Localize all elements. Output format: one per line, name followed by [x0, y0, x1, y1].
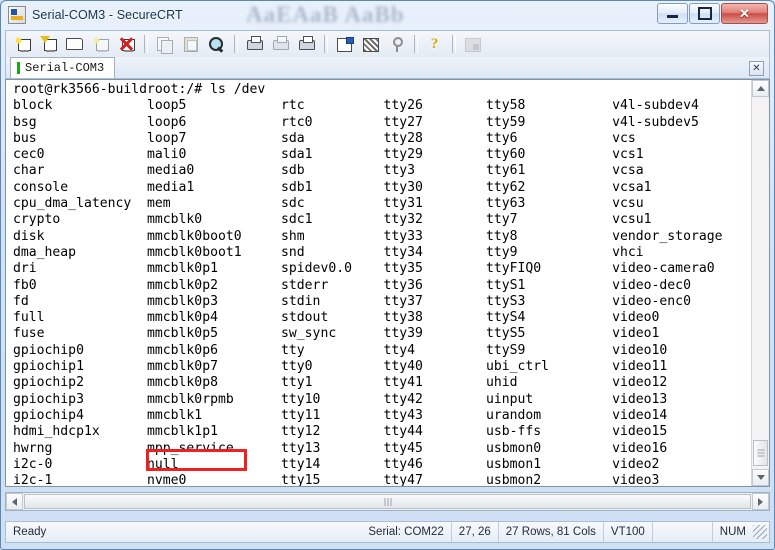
- disconnect-button[interactable]: [114, 33, 139, 56]
- status-screen-size: 27 Rows, 81 Cols: [499, 522, 604, 542]
- print-button[interactable]: [294, 33, 319, 56]
- tab-serial-com3[interactable]: Serial-COM3: [10, 57, 115, 78]
- status-num-lock: NUM: [713, 522, 753, 542]
- arrange-button[interactable]: [460, 33, 485, 56]
- status-cursor-position: 27, 26: [452, 522, 499, 542]
- status-ready: Ready: [6, 522, 361, 542]
- scroll-up-button[interactable]: [752, 80, 769, 97]
- tab-strip: Serial-COM3 ✕: [5, 57, 770, 79]
- horizontal-scroll-thumb[interactable]: [24, 494, 751, 509]
- status-bar: Ready Serial: COM22 27, 26 27 Rows, 81 C…: [5, 521, 770, 543]
- log-session-button[interactable]: [242, 33, 267, 56]
- window-controls: ✕: [657, 3, 768, 24]
- minimize-button[interactable]: [657, 3, 688, 24]
- tab-status-icon: [17, 62, 20, 74]
- title-bar: Serial-COM3 - SecureCRT AaEAaB AaBb ✕: [1, 1, 774, 29]
- reconnect-button[interactable]: [88, 33, 113, 56]
- terminal-frame: root@rk3566-buildroot:/# ls /dev block l…: [5, 79, 770, 487]
- vertical-scroll-thumb[interactable]: [753, 440, 768, 466]
- resize-grip[interactable]: [753, 525, 767, 539]
- close-button[interactable]: ✕: [721, 3, 768, 24]
- tile-icon: [464, 36, 481, 52]
- status-blank: [653, 522, 713, 542]
- close-icon: ✕: [722, 4, 767, 23]
- print-screen-icon: [272, 36, 289, 52]
- quick-connect-button[interactable]: [36, 33, 61, 56]
- global-options-button[interactable]: [358, 33, 383, 56]
- terminal-output[interactable]: root@rk3566-buildroot:/# ls /dev block l…: [6, 80, 752, 486]
- window-title: Serial-COM3 - SecureCRT: [32, 8, 183, 22]
- background-ghost-text: AaEAaB AaBb: [246, 2, 405, 28]
- connect-in-tab-button[interactable]: [62, 33, 87, 56]
- connect-icon: [14, 36, 31, 52]
- scroll-right-button[interactable]: [752, 493, 769, 510]
- app-icon: [8, 6, 26, 24]
- toolbar-separator: [234, 35, 238, 53]
- status-serial-port: Serial: COM22: [361, 522, 451, 542]
- global-options-icon: [362, 36, 379, 52]
- copy-button[interactable]: [152, 33, 177, 56]
- print-screen-button[interactable]: [268, 33, 293, 56]
- key-icon: [388, 36, 405, 52]
- scroll-down-button[interactable]: [752, 469, 769, 486]
- toolbar-separator: [324, 35, 328, 53]
- session-options-button[interactable]: [332, 33, 357, 56]
- key-button[interactable]: [384, 33, 409, 56]
- print-icon: [298, 36, 315, 52]
- maximize-button[interactable]: [689, 3, 720, 24]
- tab-label: Serial-COM3: [25, 61, 104, 75]
- copy-icon: [156, 36, 173, 52]
- scroll-left-button[interactable]: [6, 493, 23, 510]
- session-options-icon: [336, 36, 353, 52]
- securecrt-window: Serial-COM3 - SecureCRT AaEAaB AaBb ✕: [0, 0, 775, 550]
- help-icon: ?: [431, 37, 439, 52]
- tab-close-button[interactable]: ✕: [749, 61, 764, 76]
- maximize-icon: [690, 4, 719, 23]
- status-emulation: VT100: [604, 522, 653, 542]
- paste-button[interactable]: [178, 33, 203, 56]
- find-button[interactable]: [204, 33, 229, 56]
- toolbar-separator: [414, 35, 418, 53]
- horizontal-scrollbar[interactable]: [5, 492, 770, 511]
- toolbar: ?: [5, 30, 770, 57]
- toolbar-separator: [452, 35, 456, 53]
- toolbar-separator: [144, 35, 148, 53]
- find-icon: [208, 36, 225, 52]
- terminal-vertical-scrollbar[interactable]: [751, 80, 769, 486]
- connect-in-tab-icon: [66, 36, 83, 52]
- quick-connect-icon: [40, 36, 57, 52]
- log-session-icon: [246, 36, 263, 52]
- minimize-icon: [658, 4, 687, 23]
- connect-button[interactable]: [10, 33, 35, 56]
- paste-icon: [182, 36, 199, 52]
- reconnect-icon: [92, 36, 109, 52]
- help-button[interactable]: ?: [422, 33, 447, 56]
- disconnect-icon: [118, 36, 135, 52]
